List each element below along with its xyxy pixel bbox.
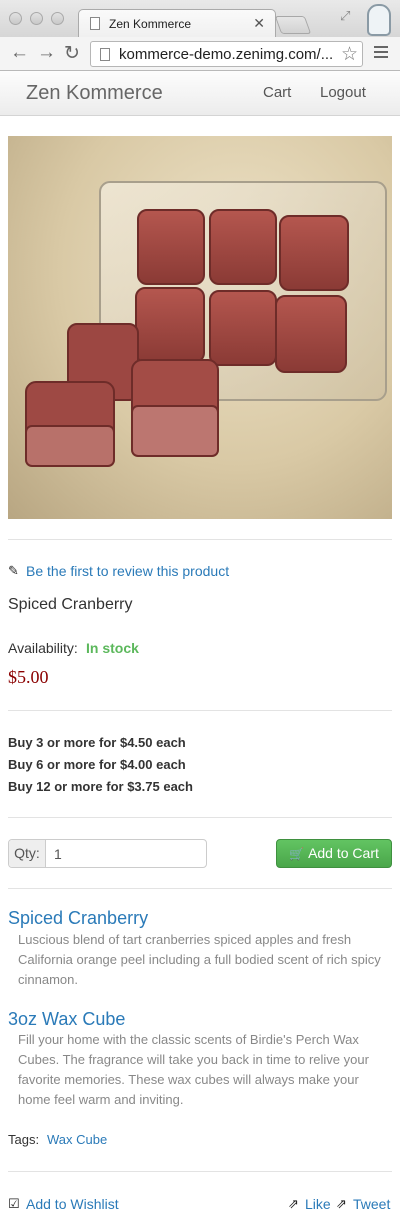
bookmark-star-icon[interactable]: ☆ (341, 43, 358, 66)
add-to-cart-button[interactable]: 🛒 Add to Cart (276, 839, 392, 868)
share-icon: ⇗ (288, 1196, 299, 1211)
cart-icon: 🛒 (289, 847, 305, 861)
availability-status: In stock (86, 640, 139, 656)
tags-label: Tags: (8, 1132, 40, 1147)
back-icon[interactable]: ← (10, 42, 29, 64)
divider (8, 888, 392, 889)
nav-logout-link[interactable]: Logout (320, 84, 366, 101)
availability-label: Availability: (8, 640, 78, 656)
url-text[interactable]: kommerce-demo.zenimg.com/... (119, 46, 333, 63)
tier-price: Buy 12 or more for $3.75 each (8, 779, 193, 794)
product-name: Spiced Cranberry (8, 596, 133, 613)
page-icon (90, 17, 100, 30)
pencil-icon: ✎ (8, 563, 19, 578)
browser-menu-icon[interactable] (374, 46, 388, 61)
like-link[interactable]: Like (305, 1196, 331, 1212)
detail-title[interactable]: Spiced Cranberry (8, 908, 148, 929)
divider (8, 539, 392, 540)
minimize-window-icon[interactable] (30, 12, 43, 25)
wax-cubes-illustration (25, 181, 387, 467)
brand-link[interactable]: Zen Kommerce (26, 82, 163, 105)
product-image[interactable] (8, 136, 392, 519)
divider (8, 817, 392, 818)
product-price: $5.00 (8, 667, 49, 687)
quantity-group: Qty: (8, 839, 207, 868)
address-bar[interactable]: kommerce-demo.zenimg.com/... ☆ (90, 41, 363, 67)
close-tab-icon[interactable]: ✕ (253, 15, 265, 32)
new-tab-button[interactable] (274, 16, 312, 34)
fullscreen-icon[interactable]: ⤢ (340, 8, 350, 24)
tab-title: Zen Kommerce (109, 17, 192, 31)
profile-icon[interactable] (367, 4, 391, 36)
divider (8, 710, 392, 711)
tier-price: Buy 3 or more for $4.50 each (8, 735, 186, 750)
browser-tab[interactable]: Zen Kommerce ✕ (78, 9, 276, 37)
check-square-icon: ☑ (8, 1196, 20, 1211)
review-link[interactable]: Be the first to review this product (26, 563, 229, 579)
tier-price: Buy 6 or more for $4.00 each (8, 757, 186, 772)
reload-icon[interactable]: ↻ (64, 42, 80, 65)
detail-title[interactable]: 3oz Wax Cube (8, 1009, 125, 1030)
browser-tabbar: Zen Kommerce ✕ ⤢ (0, 0, 400, 37)
divider (8, 1171, 392, 1172)
add-to-cart-label: Add to Cart (308, 845, 379, 861)
zoom-window-icon[interactable] (51, 12, 64, 25)
tweet-link[interactable]: Tweet (353, 1196, 390, 1212)
detail-description: Luscious blend of tart cranberries spice… (18, 932, 381, 987)
forward-icon[interactable]: → (37, 42, 56, 64)
quantity-label: Qty: (9, 840, 46, 867)
site-navbar: Zen Kommerce Cart Logout (0, 71, 400, 116)
detail-description: Fill your home with the classic scents o… (18, 1032, 369, 1107)
share-icon: ⇗ (336, 1196, 347, 1211)
page-icon (100, 48, 110, 61)
close-window-icon[interactable] (9, 12, 22, 25)
browser-toolbar: ← → ↻ kommerce-demo.zenimg.com/... ☆ (0, 37, 400, 71)
tag-link[interactable]: Wax Cube (47, 1132, 107, 1147)
nav-cart-link[interactable]: Cart (263, 84, 291, 101)
add-to-wishlist-link[interactable]: Add to Wishlist (26, 1196, 119, 1212)
quantity-input[interactable] (47, 840, 205, 867)
